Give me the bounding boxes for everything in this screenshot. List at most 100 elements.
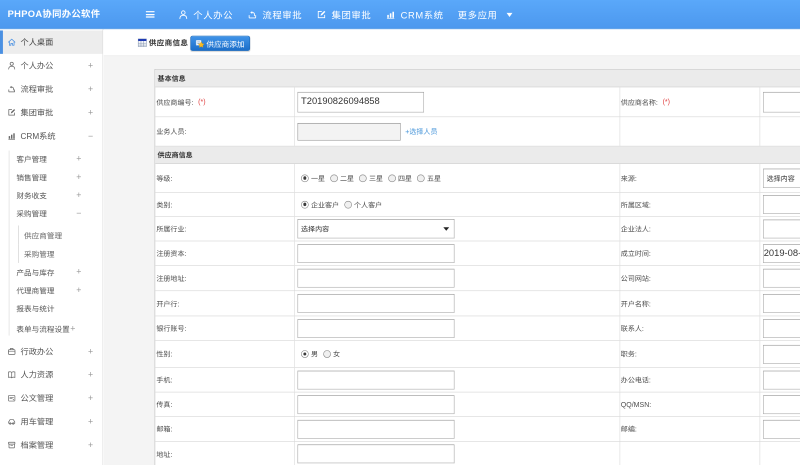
select-value: 选择内容 [301, 224, 330, 234]
form-row: 注册地址: 公司网站: [155, 265, 800, 292]
bank-input[interactable] [297, 293, 455, 313]
field-label-cell: 成立时间: [620, 241, 761, 266]
address-input[interactable] [297, 444, 455, 464]
radio-unchecked-icon [330, 174, 338, 182]
sidebar-item-11[interactable]: 采购管理 [18, 244, 102, 263]
sidebar-item-15[interactable]: 表单与流程设置 + [0, 320, 102, 338]
select-person-link[interactable]: +选择人员 [405, 127, 437, 137]
form-section-header: 基本信息 [155, 69, 800, 88]
sidebar-item-17[interactable]: 人力资源 + [0, 363, 102, 386]
topnav-item-3[interactable]: 集团审批 [309, 0, 378, 29]
supplier-code-input[interactable] [297, 91, 425, 113]
founding-date-input[interactable] [763, 243, 800, 263]
topnav-item-5[interactable]: 更多应用 [451, 0, 520, 29]
sidebar-item-20[interactable]: 档案管理 + [0, 433, 102, 456]
sidebar-item-18[interactable]: 公文管理 + [0, 387, 102, 410]
sidebar-item-19[interactable]: 用车管理 + [0, 410, 102, 433]
source-select[interactable]: 选择内容 [763, 168, 800, 188]
bank-account-input[interactable] [297, 318, 455, 338]
top-navigation: 个人办公 流程审批 集团审批 CRM系统 更多应用 [171, 0, 519, 29]
expand-plus-icon[interactable]: + [76, 190, 81, 200]
topnav-item-4[interactable]: CRM系统 [378, 0, 450, 29]
hamburger-menu-icon[interactable] [145, 11, 155, 19]
region-input[interactable] [763, 195, 800, 214]
field-label-cell: 企业法人: [620, 216, 761, 241]
archive-icon [7, 440, 16, 449]
gender-radios-option-1[interactable]: 男 [301, 349, 318, 359]
radio-unchecked-icon [359, 174, 367, 182]
sidebar-item-13[interactable]: 代理商管理 + [0, 281, 102, 299]
expand-plus-icon[interactable]: + [88, 370, 93, 380]
category-radios-option-1[interactable]: 企业客户 [301, 199, 339, 209]
level-radios-option-2[interactable]: 二星 [330, 173, 354, 183]
required-mark: (*) [662, 97, 670, 107]
sidebar-item-10[interactable]: 供应商管理 [18, 225, 102, 245]
level-radios-option-5[interactable]: 五星 [417, 173, 441, 183]
sidebar-item-5[interactable]: CRM系统 − [0, 124, 102, 147]
sidebar-item-1[interactable]: 个人桌面 [0, 30, 103, 54]
contact-input[interactable] [763, 318, 800, 338]
sidebar-item-8[interactable]: 财务收支 + [0, 186, 102, 204]
registered-capital-input[interactable] [297, 243, 455, 263]
collapse-minus-icon[interactable]: − [88, 131, 93, 141]
sidebar-item-6[interactable]: 客户管理 + [0, 150, 102, 168]
form-section-header: 供应商信息 [155, 146, 800, 164]
website-input[interactable] [763, 268, 800, 288]
field-label: 所属区域: [620, 200, 651, 209]
qq-msn-input[interactable] [763, 395, 800, 414]
level-radios-option-4[interactable]: 四星 [388, 173, 412, 183]
supplier-name-input[interactable] [763, 91, 800, 113]
fax-input[interactable] [297, 395, 455, 414]
expand-plus-icon[interactable]: + [88, 61, 93, 71]
tab-supplier-add[interactable]: 供应商添加 [190, 35, 251, 51]
sidebar-item-2[interactable]: 个人办公 + [0, 54, 102, 77]
expand-plus-icon[interactable]: + [88, 84, 93, 94]
expand-plus-icon[interactable]: + [76, 154, 81, 164]
supplier-form: 基本信息供应商编号: (*) 供应商名称: (*) 业务人员: +选择人员供应商信息等级:… [154, 69, 800, 465]
expand-plus-icon[interactable]: + [76, 267, 81, 277]
expand-plus-icon[interactable]: + [76, 285, 81, 295]
field-label: 成立时间: [620, 249, 651, 258]
topbar: PHPOA协同办公软件 个人办公 流程审批 集团审批 CRM系统 更多应用 [0, 0, 800, 30]
sidebar-item-12[interactable]: 产品与库存 + [0, 263, 102, 281]
radio-option-label: 四星 [397, 174, 413, 183]
expand-plus-icon[interactable]: + [88, 393, 93, 403]
field-input-cell [295, 87, 621, 117]
radio-unchecked-icon [417, 174, 425, 182]
collapse-minus-icon[interactable]: − [76, 208, 81, 218]
expand-plus-icon[interactable]: + [88, 107, 93, 117]
sidebar-item-label: 表单与流程设置 [16, 325, 70, 334]
sidebar-item-3[interactable]: 流程审批 + [0, 77, 102, 100]
tab-supplier-info[interactable]: 供应商信息 [137, 29, 189, 55]
gender-radios-option-2[interactable]: 女 [322, 349, 340, 359]
field-label-cell: QQ/MSN: [620, 392, 761, 417]
expand-plus-icon[interactable]: + [76, 172, 81, 182]
radio-option-label: 男 [310, 350, 319, 359]
industry-select[interactable]: 选择内容 [297, 219, 455, 239]
account-name-input[interactable] [763, 293, 800, 313]
expand-plus-icon[interactable]: + [88, 417, 93, 427]
registered-address-input[interactable] [297, 268, 455, 288]
expand-plus-icon[interactable]: + [88, 346, 93, 356]
sidebar-item-14[interactable]: 报表与统计 [0, 299, 102, 317]
email-input[interactable] [297, 419, 455, 439]
job-title-input[interactable] [763, 344, 800, 364]
level-radios-option-1[interactable]: 一星 [301, 173, 325, 183]
mobile-input[interactable] [297, 370, 455, 390]
office-phone-input[interactable] [763, 370, 800, 390]
postcode-input[interactable] [763, 419, 800, 439]
expand-plus-icon[interactable]: + [70, 324, 75, 334]
sidebar-item-7[interactable]: 销售管理 + [0, 168, 102, 186]
topnav-item-2[interactable]: 流程审批 [240, 0, 309, 29]
sidebar-item-4[interactable]: 集团审批 + [0, 101, 102, 124]
expand-plus-icon[interactable]: + [88, 440, 93, 450]
legal-person-input[interactable] [763, 219, 800, 239]
category-radios-option-2[interactable]: 个人客户 [344, 199, 382, 209]
sidebar-item-9[interactable]: 采购管理 − [0, 204, 102, 222]
sidebar-item-label: 采购管理 [16, 209, 47, 219]
topnav-item-1[interactable]: 个人办公 [171, 0, 240, 29]
sidebar-item-label: 个人办公 [20, 60, 54, 71]
sidebar-item-16[interactable]: 行政办公 + [0, 340, 102, 363]
level-radios-option-3[interactable]: 三星 [359, 173, 383, 183]
field-label-cell: 注册资本: [155, 241, 295, 266]
